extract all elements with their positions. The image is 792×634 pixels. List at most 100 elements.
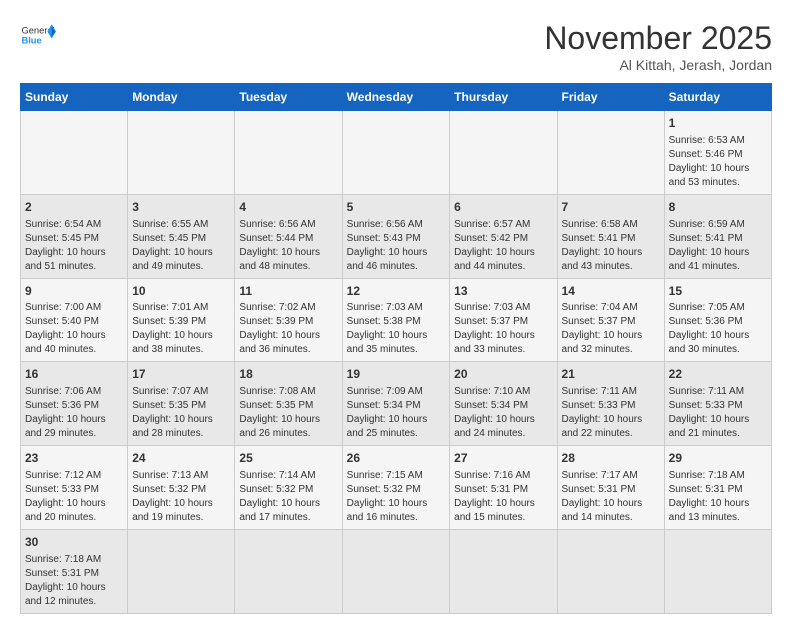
calendar-cell <box>342 529 450 613</box>
calendar-week-row: 30Sunrise: 7:18 AM Sunset: 5:31 PM Dayli… <box>21 529 772 613</box>
day-info: Sunrise: 6:55 AM Sunset: 5:45 PM Dayligh… <box>132 218 230 274</box>
day-number: 20 <box>454 366 552 383</box>
calendar-cell: 20 Sunrise: 7:10 AM Sunset: 5:34 PM Dayli… <box>450 362 557 446</box>
day-info: Sunrise: 7:15 AM Sunset: 5:32 PM Dayligh… <box>347 469 446 525</box>
calendar-header-row: SundayMondayTuesdayWednesdayThursdayFrid… <box>21 84 772 111</box>
calendar-header-wednesday: Wednesday <box>342 84 450 111</box>
day-info: Sunrise: 7:09 AM Sunset: 5:34 PM Dayligh… <box>347 385 446 441</box>
day-number: 6 <box>454 199 552 216</box>
calendar-header-friday: Friday <box>557 84 664 111</box>
day-number: 10 <box>132 283 230 300</box>
calendar-cell <box>557 111 664 195</box>
calendar-cell: 14Sunrise: 7:04 AM Sunset: 5:37 PM Dayli… <box>557 278 664 362</box>
day-number: 4 <box>239 199 337 216</box>
day-info: Sunrise: 7:07 AM Sunset: 5:35 PM Dayligh… <box>132 385 230 441</box>
calendar-cell: 12Sunrise: 7:03 AM Sunset: 5:38 PM Dayli… <box>342 278 450 362</box>
day-number: 22 <box>669 366 767 383</box>
calendar-cell <box>128 111 235 195</box>
day-info: Sunrise: 6:56 AM Sunset: 5:44 PM Dayligh… <box>239 218 337 274</box>
calendar-cell: 4 Sunrise: 6:56 AM Sunset: 5:44 PM Daylig… <box>235 194 342 278</box>
day-number: 14 <box>562 283 660 300</box>
calendar-cell: 16Sunrise: 7:06 AM Sunset: 5:36 PM Dayli… <box>21 362 128 446</box>
day-number: 29 <box>669 450 767 467</box>
calendar-cell: 15Sunrise: 7:05 AM Sunset: 5:36 PM Dayli… <box>664 278 771 362</box>
calendar-header-monday: Monday <box>128 84 235 111</box>
day-number: 23 <box>25 450 123 467</box>
day-number: 12 <box>347 283 446 300</box>
calendar-cell: 10Sunrise: 7:01 AM Sunset: 5:39 PM Dayli… <box>128 278 235 362</box>
day-info: Sunrise: 7:16 AM Sunset: 5:31 PM Dayligh… <box>454 469 552 525</box>
calendar-cell: 6 Sunrise: 6:57 AM Sunset: 5:42 PM Daylig… <box>450 194 557 278</box>
day-info: Sunrise: 7:05 AM Sunset: 5:36 PM Dayligh… <box>669 301 767 357</box>
day-info: Sunrise: 6:57 AM Sunset: 5:42 PM Dayligh… <box>454 218 552 274</box>
calendar-cell <box>450 111 557 195</box>
day-info: Sunrise: 7:04 AM Sunset: 5:37 PM Dayligh… <box>562 301 660 357</box>
day-info: Sunrise: 7:11 AM Sunset: 5:33 PM Dayligh… <box>562 385 660 441</box>
calendar-cell <box>128 529 235 613</box>
calendar-week-row: 9Sunrise: 7:00 AM Sunset: 5:40 PM Daylig… <box>21 278 772 362</box>
title-block: November 2025 Al Kittah, Jerash, Jordan <box>544 20 772 73</box>
calendar-week-row: 2 Sunrise: 6:54 AM Sunset: 5:45 PM Daylig… <box>21 194 772 278</box>
day-info: Sunrise: 7:03 AM Sunset: 5:37 PM Dayligh… <box>454 301 552 357</box>
logo: General Blue <box>20 20 56 50</box>
day-info: Sunrise: 7:02 AM Sunset: 5:39 PM Dayligh… <box>239 301 337 357</box>
calendar-cell <box>235 529 342 613</box>
calendar-week-row: 23 Sunrise: 7:12 AM Sunset: 5:33 PM Dayli… <box>21 446 772 530</box>
day-info: Sunrise: 6:54 AM Sunset: 5:45 PM Dayligh… <box>25 218 123 274</box>
calendar-cell: 26 Sunrise: 7:15 AM Sunset: 5:32 PM Dayli… <box>342 446 450 530</box>
calendar-cell <box>235 111 342 195</box>
day-number: 27 <box>454 450 552 467</box>
day-number: 11 <box>239 283 337 300</box>
calendar-cell: 19Sunrise: 7:09 AM Sunset: 5:34 PM Dayli… <box>342 362 450 446</box>
calendar-cell <box>664 529 771 613</box>
calendar-week-row: 1 Sunrise: 6:53 AM Sunset: 5:46 PM Daylig… <box>21 111 772 195</box>
day-info: Sunrise: 7:17 AM Sunset: 5:31 PM Dayligh… <box>562 469 660 525</box>
calendar-cell: 22Sunrise: 7:11 AM Sunset: 5:33 PM Dayli… <box>664 362 771 446</box>
calendar-cell: 29 Sunrise: 7:18 AM Sunset: 5:31 PM Dayli… <box>664 446 771 530</box>
day-number: 9 <box>25 283 123 300</box>
calendar-header-sunday: Sunday <box>21 84 128 111</box>
day-number: 3 <box>132 199 230 216</box>
calendar-cell: 5 Sunrise: 6:56 AM Sunset: 5:43 PM Daylig… <box>342 194 450 278</box>
calendar-cell: 30Sunrise: 7:18 AM Sunset: 5:31 PM Dayli… <box>21 529 128 613</box>
day-number: 2 <box>25 199 123 216</box>
calendar-cell: 27 Sunrise: 7:16 AM Sunset: 5:31 PM Dayli… <box>450 446 557 530</box>
calendar-cell: 2 Sunrise: 6:54 AM Sunset: 5:45 PM Daylig… <box>21 194 128 278</box>
day-info: Sunrise: 7:18 AM Sunset: 5:31 PM Dayligh… <box>25 553 123 609</box>
calendar-cell: 18Sunrise: 7:08 AM Sunset: 5:35 PM Dayli… <box>235 362 342 446</box>
day-info: Sunrise: 7:06 AM Sunset: 5:36 PM Dayligh… <box>25 385 123 441</box>
day-info: Sunrise: 7:12 AM Sunset: 5:33 PM Dayligh… <box>25 469 123 525</box>
day-info: Sunrise: 7:03 AM Sunset: 5:38 PM Dayligh… <box>347 301 446 357</box>
day-info: Sunrise: 7:10 AM Sunset: 5:34 PM Dayligh… <box>454 385 552 441</box>
day-info: Sunrise: 7:08 AM Sunset: 5:35 PM Dayligh… <box>239 385 337 441</box>
day-number: 25 <box>239 450 337 467</box>
day-number: 15 <box>669 283 767 300</box>
day-info: Sunrise: 7:13 AM Sunset: 5:32 PM Dayligh… <box>132 469 230 525</box>
day-info: Sunrise: 7:00 AM Sunset: 5:40 PM Dayligh… <box>25 301 123 357</box>
day-number: 8 <box>669 199 767 216</box>
calendar-header-thursday: Thursday <box>450 84 557 111</box>
calendar-week-row: 16Sunrise: 7:06 AM Sunset: 5:36 PM Dayli… <box>21 362 772 446</box>
day-number: 7 <box>562 199 660 216</box>
day-number: 24 <box>132 450 230 467</box>
day-number: 5 <box>347 199 446 216</box>
calendar-table: SundayMondayTuesdayWednesdayThursdayFrid… <box>20 83 772 614</box>
calendar-cell: 13Sunrise: 7:03 AM Sunset: 5:37 PM Dayli… <box>450 278 557 362</box>
day-number: 26 <box>347 450 446 467</box>
day-number: 17 <box>132 366 230 383</box>
calendar-cell: 9Sunrise: 7:00 AM Sunset: 5:40 PM Daylig… <box>21 278 128 362</box>
calendar-cell: 3 Sunrise: 6:55 AM Sunset: 5:45 PM Daylig… <box>128 194 235 278</box>
day-number: 1 <box>669 115 767 132</box>
day-info: Sunrise: 6:53 AM Sunset: 5:46 PM Dayligh… <box>669 134 767 190</box>
day-info: Sunrise: 6:56 AM Sunset: 5:43 PM Dayligh… <box>347 218 446 274</box>
calendar-cell: 28Sunrise: 7:17 AM Sunset: 5:31 PM Dayli… <box>557 446 664 530</box>
day-number: 21 <box>562 366 660 383</box>
day-number: 13 <box>454 283 552 300</box>
calendar-cell: 8 Sunrise: 6:59 AM Sunset: 5:41 PM Daylig… <box>664 194 771 278</box>
calendar-cell <box>21 111 128 195</box>
day-info: Sunrise: 7:18 AM Sunset: 5:31 PM Dayligh… <box>669 469 767 525</box>
calendar-cell <box>342 111 450 195</box>
day-info: Sunrise: 6:59 AM Sunset: 5:41 PM Dayligh… <box>669 218 767 274</box>
calendar-cell: 24 Sunrise: 7:13 AM Sunset: 5:32 PM Dayli… <box>128 446 235 530</box>
calendar-cell <box>557 529 664 613</box>
